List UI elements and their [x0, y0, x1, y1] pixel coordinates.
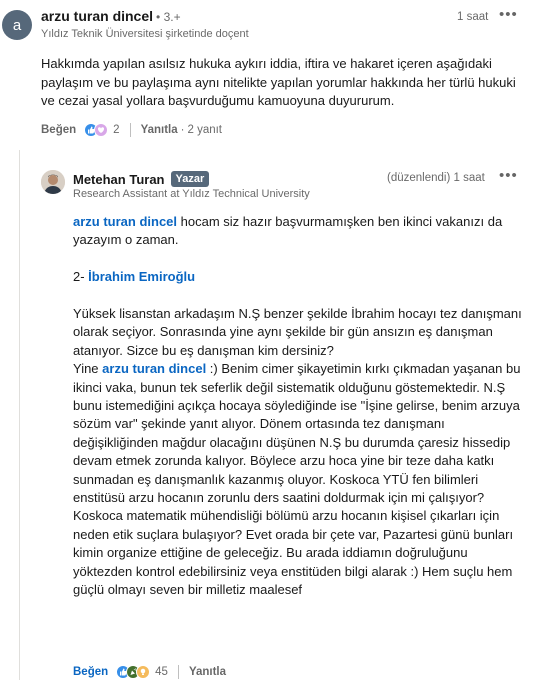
- reply-author[interactable]: Metehan Turan Yazar: [73, 171, 210, 187]
- reaction-count: 45: [155, 666, 168, 678]
- divider: [129, 123, 131, 137]
- avatar[interactable]: a: [2, 10, 32, 40]
- paragraph-text: Yüksek lisanstan arkadaşım N.Ş benzer şe…: [73, 306, 522, 358]
- mention-link[interactable]: arzu turan dincel: [73, 214, 177, 229]
- thread-line: [19, 150, 20, 680]
- paragraph-text: :) Benim cimer şikayetimin kırkı çıkmada…: [73, 361, 521, 598]
- reply-paragraph: arzu turan dincel hocam siz hazır başvur…: [73, 213, 528, 250]
- more-options-icon[interactable]: •••: [499, 167, 518, 184]
- mention-link[interactable]: İbrahim Emiroğlu: [88, 269, 195, 284]
- author-headline: Research Assistant at Yıldız Technical U…: [73, 188, 310, 200]
- like-button[interactable]: Beğen: [73, 666, 108, 678]
- reply-time: (düzenlendi) 1 saat: [387, 172, 485, 184]
- comment-text: Hakkımda yapılan asılsız hukuka aykırı i…: [41, 56, 516, 108]
- paragraph-text: 2-: [73, 269, 89, 285]
- reply-count[interactable]: 2 yanıt: [187, 124, 222, 136]
- author-name[interactable]: arzu turan dincel: [41, 8, 153, 24]
- avatar[interactable]: [41, 170, 65, 194]
- author-name[interactable]: Metehan Turan: [73, 172, 165, 187]
- comment-author[interactable]: arzu turan dincel • 3.+: [41, 8, 181, 24]
- reactions[interactable]: 2: [84, 123, 120, 137]
- avatar-letter: a: [12, 16, 22, 34]
- support-reaction-icon: [94, 123, 109, 137]
- connection-degree: • 3.+: [156, 10, 181, 24]
- reply-paragraph: Yine arzu turan dincel :) Benim cimer şi…: [73, 360, 528, 599]
- paragraph-text: Yine: [73, 361, 103, 377]
- divider: [177, 665, 179, 679]
- author-badge: Yazar: [170, 171, 210, 187]
- reply-actions: Beğen 45 Yanıtla: [73, 665, 226, 679]
- reply-button[interactable]: Yanıtla: [189, 666, 226, 678]
- profile-photo-icon: [41, 170, 65, 194]
- reply-paragraph: Yüksek lisanstan arkadaşım N.Ş benzer şe…: [73, 305, 528, 360]
- insightful-reaction-icon: [136, 665, 151, 679]
- reaction-count: 2: [113, 124, 120, 136]
- reactions[interactable]: 45: [116, 665, 168, 679]
- reply-button[interactable]: Yanıtla: [141, 124, 178, 136]
- mention-link[interactable]: arzu turan dincel: [102, 361, 206, 376]
- reply-paragraph: 2- İbrahim Emiroğlu: [73, 268, 528, 286]
- author-headline: Yıldız Teknik Üniversitesi şirketinde do…: [41, 28, 249, 40]
- like-button[interactable]: Beğen: [41, 124, 76, 136]
- comment-time: 1 saat: [457, 11, 489, 23]
- separator-dot: ·: [180, 124, 185, 136]
- reply-text: arzu turan dincel hocam siz hazır başvur…: [73, 213, 528, 600]
- comment-actions: Beğen 2 Yanıtla · 2 yanıt: [41, 123, 222, 137]
- more-options-icon[interactable]: •••: [499, 6, 518, 23]
